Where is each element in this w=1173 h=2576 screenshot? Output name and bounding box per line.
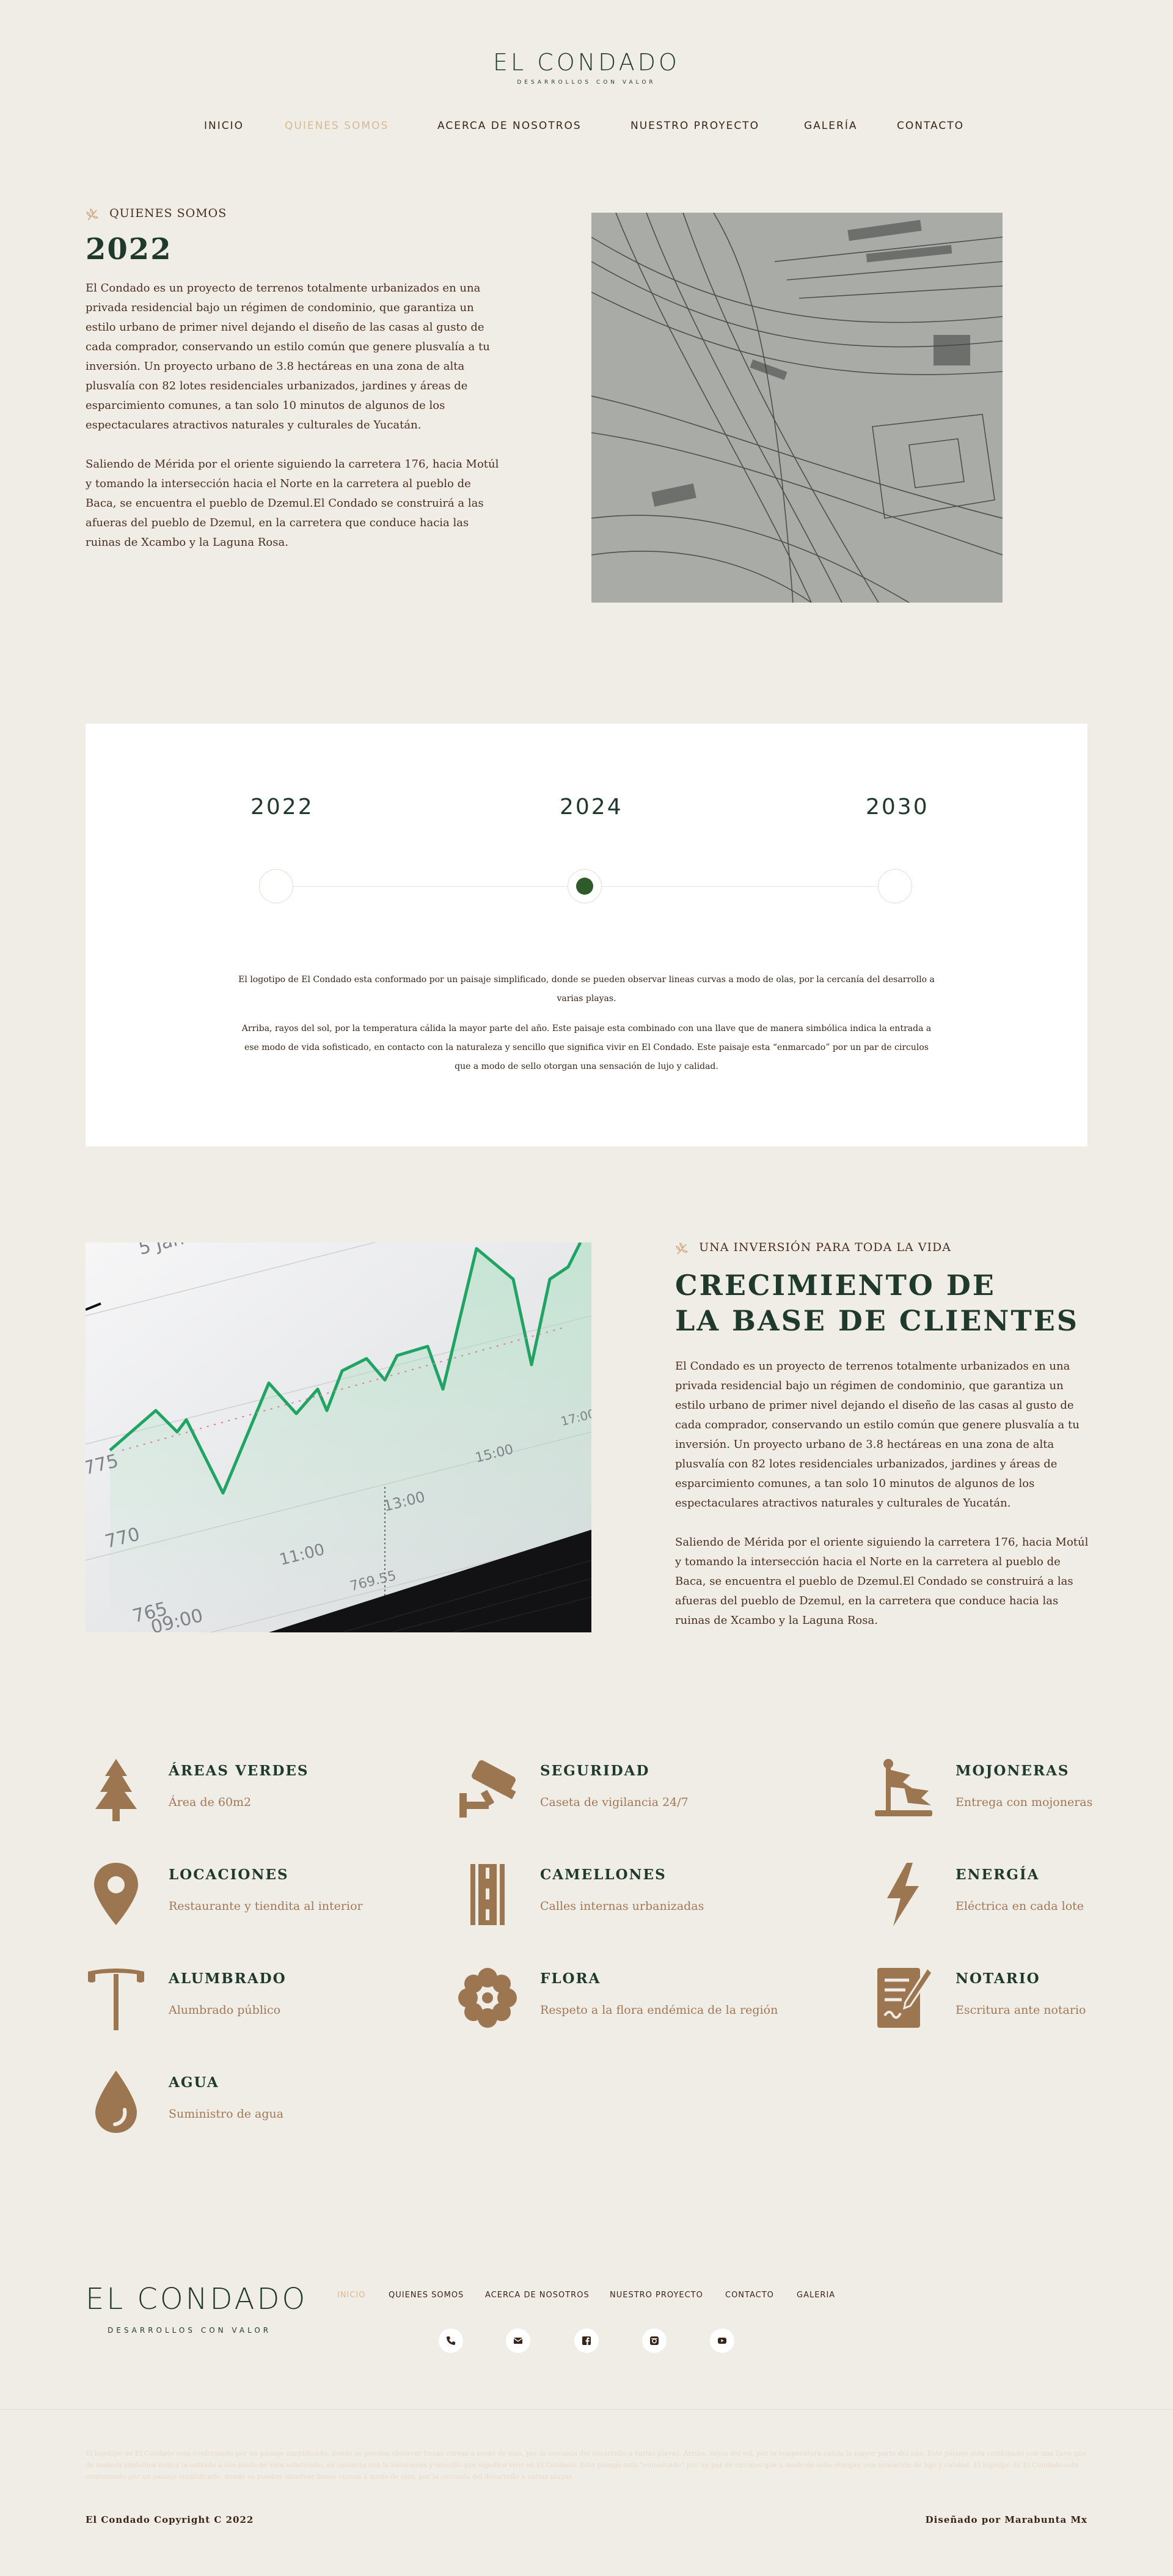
social-instagram[interactable]: [642, 2328, 667, 2353]
amenity-subtitle: Suministro de agua: [169, 2107, 284, 2121]
social-facebook[interactable]: [574, 2328, 599, 2353]
flower-icon: [458, 1968, 517, 2028]
map-illustration: [591, 213, 1003, 603]
amenity-subtitle: Escritura ante notario: [956, 2003, 1086, 2017]
timeline-dot-2022[interactable]: [259, 869, 293, 903]
nav-nuestro-proyecto[interactable]: NUESTRO PROYECTO: [630, 120, 759, 132]
road-icon: [470, 1864, 505, 1925]
timeline-paragraph-1: El logotipo de El Condado esta conformad…: [238, 975, 935, 1004]
amenity-camellones: CAMELLONES Calles internas urbanizadas: [457, 1862, 836, 1935]
about-paragraph-2: Saliendo de Mérida por el oriente siguie…: [86, 458, 499, 549]
street-lamp-icon: [88, 1969, 144, 2030]
amenity-title: LOCACIONES: [169, 1866, 289, 1883]
wheat-icon: [676, 1242, 689, 1254]
amenity-title: SEGURIDAD: [540, 1763, 650, 1779]
nav-galeria[interactable]: GALERÍA: [804, 120, 857, 132]
about-title: 2022: [86, 232, 172, 266]
timeline-dot-2030[interactable]: [878, 869, 912, 903]
amenity-title: AGUA: [169, 2074, 219, 2091]
footer-credit[interactable]: Diseñado por Marabunta Mx: [926, 2514, 1087, 2525]
amenity-subtitle: Restaurante y tiendita al interior: [169, 1899, 363, 1913]
timeline-card: 2022 2024 2030 El logotipo de El Condado…: [86, 724, 1087, 1147]
phone-icon: [447, 2336, 455, 2345]
amenity-title: ALUMBRADO: [169, 1970, 287, 1987]
amenity-title: ENERGÍA: [956, 1866, 1040, 1883]
growth-title-line-2: LA BASE DE CLIENTES: [675, 1304, 1079, 1337]
tree-icon: [95, 1759, 137, 1821]
amenity-title: FLORA: [540, 1970, 601, 1987]
growth-paragraph-1: El Condado es un proyecto de terrenos to…: [675, 1360, 1080, 1510]
flag-marker-icon: [875, 1759, 932, 1816]
amenity-title: CAMELLONES: [540, 1866, 667, 1883]
site-logo[interactable]: EL CONDADO: [0, 49, 1173, 76]
growth-eyebrow-text: UNA INVERSIÓN PARA TODA LA VIDA: [699, 1241, 951, 1254]
amenity-agua: AGUA Suministro de agua: [86, 2069, 464, 2143]
amenity-alumbrado: ALUMBRADO Alumbrado público: [86, 1965, 464, 2039]
amenity-subtitle: Eléctrica en cada lote: [956, 1899, 1084, 1913]
amenity-title: NOTARIO: [956, 1970, 1040, 1987]
security-camera-icon: [459, 1760, 516, 1818]
footer-nav-quienes-somos[interactable]: QUIENES SOMOS: [389, 2291, 464, 2300]
nav-inicio[interactable]: INICIO: [204, 120, 244, 132]
facebook-icon: [582, 2336, 591, 2345]
footer-copyright: El Condado Copyright C 2022: [86, 2514, 254, 2525]
footer-nav-contacto[interactable]: CONTACTO: [725, 2291, 774, 2300]
site-tagline: DESARROLLOS CON VALOR: [517, 79, 656, 86]
amenity-energia: ENERGÍA Eléctrica en cada lote: [872, 1862, 1173, 1935]
wheat-icon: [86, 208, 99, 220]
location-pin-icon: [94, 1863, 138, 1925]
growth-eyebrow: UNA INVERSIÓN PARA TODA LA VIDA: [675, 1241, 951, 1255]
timeline-dot-2024[interactable]: [568, 869, 602, 903]
nav-contacto[interactable]: CONTACTO: [897, 120, 964, 132]
social-phone[interactable]: [439, 2328, 463, 2353]
timeline-dot-active-fill: [576, 878, 593, 895]
amenity-subtitle: Calles internas urbanizadas: [540, 1899, 704, 1913]
growth-paragraph-2: Saliendo de Mérida por el oriente siguie…: [675, 1536, 1089, 1627]
footer-legal-text: El logotipo de El Condado esta conformad…: [86, 2449, 1086, 2481]
amenity-subtitle: Alumbrado público: [169, 2003, 281, 2017]
amenity-seguridad: SEGURIDAD Caseta de vigilancia 24/7: [457, 1758, 836, 1831]
stock-chart-photo: 5 Jan 775 770 765 11:00 13:00 15:00 17:0…: [86, 1242, 591, 1632]
footer-tagline: DESARROLLOS CON VALOR: [108, 2326, 272, 2335]
amenity-title: ÁREAS VERDES: [169, 1763, 309, 1779]
footer-logo[interactable]: EL CONDADO: [86, 2282, 305, 2316]
email-icon: [513, 2338, 523, 2344]
old-map-photo: [591, 213, 1003, 603]
amenity-mojoneras: MOJONERAS Entrega con mojoneras: [872, 1758, 1173, 1831]
water-drop-icon: [95, 2071, 137, 2133]
growth-title-line-1: CRECIMIENTO DE: [675, 1269, 996, 1302]
timeline-year-2030[interactable]: 2030: [866, 794, 929, 820]
nav-quienes-somos[interactable]: QUIENES SOMOS: [285, 120, 389, 132]
about-eyebrow-text: QUIENES SOMOS: [109, 207, 227, 220]
main-nav: INICIO QUIENES SOMOS ACERCA DE NOSOTROS …: [0, 120, 1173, 132]
footer-divider: [0, 2409, 1173, 2410]
footer-nav-inicio[interactable]: INICIO: [337, 2291, 366, 2300]
instagram-icon: [650, 2336, 659, 2345]
amenity-subtitle: Respeto a la flora endémica de la región: [540, 2003, 778, 2017]
footer-nav-acerca-de-nosotros[interactable]: ACERCA DE NOSOTROS: [485, 2291, 590, 2300]
footer-nav-nuestro-proyecto[interactable]: NUESTRO PROYECTO: [610, 2291, 703, 2300]
footer-nav-galeria[interactable]: GALERIA: [797, 2291, 835, 2300]
amenity-subtitle: Caseta de vigilancia 24/7: [540, 1796, 689, 1809]
nav-acerca-de-nosotros[interactable]: ACERCA DE NOSOTROS: [437, 120, 582, 132]
amenity-locaciones: LOCACIONES Restaurante y tiendita al int…: [86, 1862, 464, 1935]
about-eyebrow: QUIENES SOMOS: [86, 207, 227, 221]
timeline-paragraph-2: Arriba, rayos del sol, por la temperatur…: [241, 1024, 932, 1071]
social-email[interactable]: [506, 2328, 530, 2353]
timeline-year-2024[interactable]: 2024: [560, 794, 623, 820]
amenity-notario: NOTARIO Escritura ante notario: [872, 1965, 1173, 2039]
growth-title: CRECIMIENTO DE LA BASE DE CLIENTES: [675, 1268, 1091, 1338]
timeline-year-2022[interactable]: 2022: [250, 794, 314, 820]
amenity-flora: FLORA Respeto a la flora endémica de la …: [457, 1965, 836, 2039]
stock-chart-illustration: 5 Jan 775 770 765 11:00 13:00 15:00 17:0…: [86, 1242, 591, 1632]
document-signature-icon: [877, 1966, 934, 2028]
amenity-areas-verdes: ÁREAS VERDES Área de 60m2: [86, 1758, 464, 1831]
amenity-subtitle: Entrega con mojoneras: [956, 1796, 1093, 1809]
amenity-subtitle: Área de 60m2: [169, 1796, 252, 1809]
social-youtube[interactable]: [710, 2328, 734, 2353]
lightning-icon: [887, 1863, 919, 1926]
youtube-icon: [718, 2338, 726, 2344]
amenity-title: MOJONERAS: [956, 1763, 1070, 1779]
about-paragraph-1: El Condado es un proyecto de terrenos to…: [86, 282, 490, 431]
